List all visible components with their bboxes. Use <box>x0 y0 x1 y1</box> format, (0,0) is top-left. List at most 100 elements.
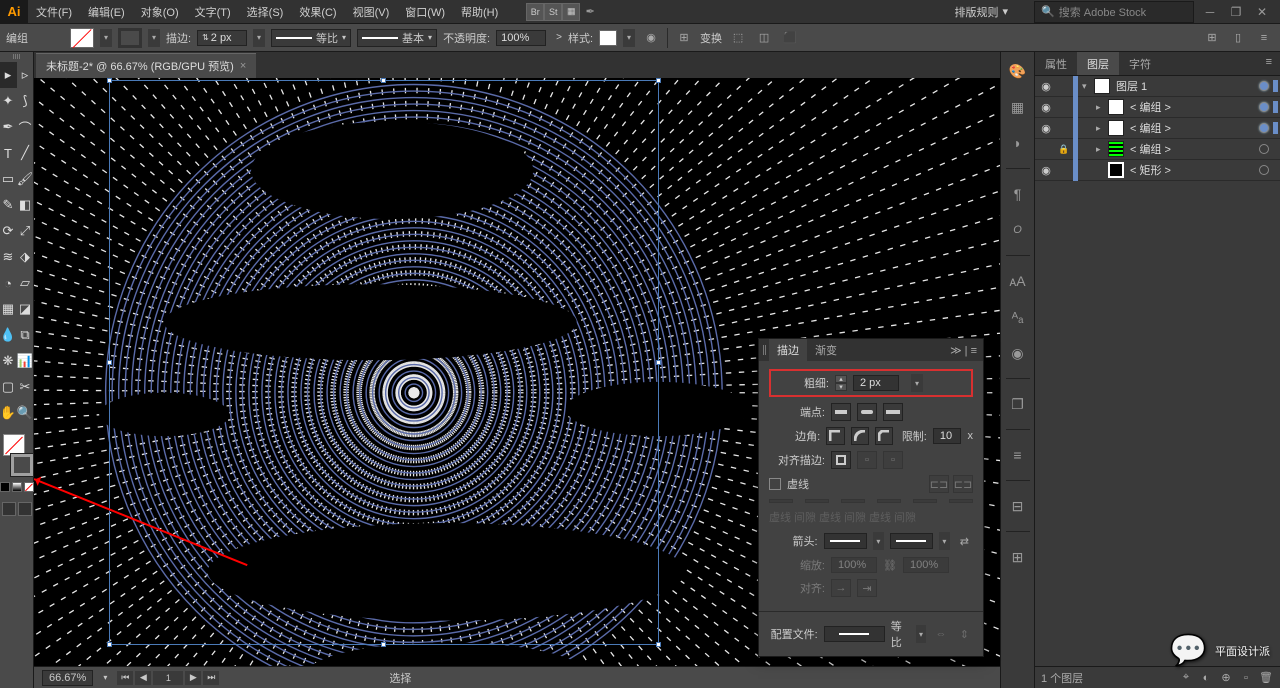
cap-round-icon[interactable] <box>857 403 877 421</box>
join-miter-icon[interactable] <box>826 427 844 445</box>
fill-swatch[interactable] <box>70 28 94 48</box>
recolor-icon[interactable]: ◉ <box>641 28 661 48</box>
close-button[interactable]: ✕ <box>1252 5 1272 19</box>
graph-tool[interactable]: 📊 <box>17 348 34 374</box>
nav-first-icon[interactable]: ⏮ <box>117 671 133 685</box>
artboard-tool[interactable]: ▢ <box>0 374 17 400</box>
layer-row[interactable]: ◉▸< 编组 > <box>1035 97 1280 118</box>
nav-last-icon[interactable]: ⏭ <box>203 671 219 685</box>
menu-window[interactable]: 窗口(W) <box>397 4 453 20</box>
ctl-icon-1[interactable]: ⊞ <box>1202 28 1222 48</box>
weight-stepper[interactable]: ▴▾ <box>835 375 847 391</box>
tab-layers[interactable]: 图层 <box>1077 52 1119 75</box>
align-icon[interactable]: ⊞ <box>674 28 694 48</box>
clone-icon[interactable]: ❐ <box>1007 393 1029 415</box>
layer-row[interactable]: 🔒▸< 编组 > <box>1035 139 1280 160</box>
layer-name[interactable]: < 编组 > <box>1130 120 1257 136</box>
toolbox-grip[interactable] <box>5 54 29 59</box>
scale-tool[interactable]: ⤢ <box>17 218 34 244</box>
visibility-icon[interactable]: ◉ <box>1037 164 1055 177</box>
visibility-icon[interactable]: ◉ <box>1037 122 1055 135</box>
style-swatch[interactable] <box>599 30 617 46</box>
target-icon[interactable] <box>1259 144 1269 154</box>
dash-checkbox[interactable] <box>769 478 781 490</box>
feather-icon[interactable]: ✒ <box>580 2 600 22</box>
arrow-start-dd[interactable]: ▾ <box>873 532 883 550</box>
brush-tool[interactable]: 🖌 <box>17 166 34 192</box>
visibility-icon[interactable]: ◉ <box>1037 101 1055 114</box>
menu-select[interactable]: 选择(S) <box>239 4 292 20</box>
panel-menu-icon[interactable]: ≡ <box>1258 52 1280 75</box>
layer-row[interactable]: ◉▾图层 1 <box>1035 76 1280 97</box>
twisty-icon[interactable]: ▸ <box>1096 102 1106 113</box>
line-tool[interactable]: ╱ <box>17 140 34 166</box>
artboard-number[interactable]: 1 <box>153 671 183 685</box>
document-tab[interactable]: 未标题-2* @ 66.67% (RGB/GPU 预览) × <box>36 53 256 78</box>
fill-color[interactable] <box>3 434 25 456</box>
zoom-dropdown-icon[interactable]: ▾ <box>103 673 107 682</box>
glyphs-icon[interactable]: ᴬₐ <box>1007 306 1029 328</box>
color-none-icon[interactable] <box>24 482 34 492</box>
mask-icon[interactable]: ◫ <box>754 28 774 48</box>
lock-icon[interactable]: 🔒 <box>1057 144 1071 155</box>
weight-input[interactable]: 2 px <box>853 375 899 391</box>
brush-def-dropdown[interactable]: 基本▾ <box>357 29 437 47</box>
pen-tool[interactable]: ✒ <box>0 114 17 140</box>
direct-select-tool[interactable]: ▹ <box>17 62 34 88</box>
type-tool[interactable]: T <box>0 140 17 166</box>
minimize-button[interactable]: ─ <box>1200 5 1220 19</box>
target-icon[interactable] <box>1259 81 1269 91</box>
style-dropdown[interactable]: ▾ <box>623 29 635 47</box>
stroke-panel[interactable]: 描边 渐变 ≫ | ≡ 粗细: ▴▾ 2 px ▾ 端点: 边角: 限制: 10… <box>758 338 984 657</box>
panel-collapse-icon[interactable]: ≫ | ≡ <box>944 344 983 357</box>
layer-name[interactable]: < 矩形 > <box>1130 162 1257 178</box>
text-wrap-icon[interactable]: ≡ <box>1007 444 1029 466</box>
align2-icon[interactable]: ⊟ <box>1007 495 1029 517</box>
weight-dropdown[interactable]: ▾ <box>911 374 923 392</box>
typeset-dropdown[interactable]: 排版规则▾ <box>954 4 1008 20</box>
zoom-input[interactable]: 66.67% <box>42 670 93 686</box>
target-icon[interactable] <box>1259 102 1269 112</box>
cap-projecting-icon[interactable] <box>883 403 903 421</box>
menu-edit[interactable]: 编辑(E) <box>80 4 133 20</box>
eyedropper-tool[interactable]: 💧 <box>0 322 17 348</box>
arrow-end-dropdown[interactable] <box>890 533 934 549</box>
character-icon[interactable]: ᴀA <box>1007 270 1029 292</box>
search-input[interactable]: 🔍搜索 Adobe Stock <box>1034 1 1194 23</box>
ctl-menu-icon[interactable]: ≡ <box>1254 28 1274 48</box>
swap-arrows-icon[interactable]: ⇄ <box>956 531 973 551</box>
ctl-icon-2[interactable]: ▯ <box>1228 28 1248 48</box>
stroke-color[interactable] <box>11 454 33 476</box>
opentype-icon[interactable]: O <box>1007 219 1029 241</box>
new-layer-icon[interactable]: ▫ <box>1238 671 1254 685</box>
gradient-tool[interactable]: ◪ <box>17 296 34 322</box>
mask-layer-icon[interactable]: ◐ <box>1198 671 1214 685</box>
tab-properties[interactable]: 属性 <box>1035 52 1077 75</box>
curvature-tool[interactable]: ⌒ <box>17 114 34 140</box>
layer-name[interactable]: 图层 1 <box>1116 78 1257 94</box>
profile-dd[interactable]: ▾ <box>916 625 926 643</box>
menu-file[interactable]: 文件(F) <box>28 4 80 20</box>
target-icon[interactable] <box>1259 165 1269 175</box>
slice-tool[interactable]: ✂ <box>17 374 34 400</box>
free-transform-tool[interactable]: ⬗ <box>17 244 34 270</box>
nav-next-icon[interactable]: ▶ <box>185 671 201 685</box>
tab-character[interactable]: 字符 <box>1119 52 1161 75</box>
stroke-swatch[interactable] <box>118 28 142 48</box>
twisty-icon[interactable]: ▸ <box>1096 123 1106 134</box>
draw-normal[interactable] <box>2 502 16 516</box>
draw-behind[interactable] <box>18 502 32 516</box>
tab-close-icon[interactable]: × <box>240 60 246 72</box>
menu-help[interactable]: 帮助(H) <box>453 4 506 20</box>
opacity-input[interactable]: 100% <box>496 30 546 46</box>
selection-tool[interactable]: ▸ <box>0 62 17 88</box>
bridge-icon[interactable]: Br <box>526 3 544 21</box>
locate-icon[interactable]: ⌖ <box>1178 671 1194 685</box>
rectangle-tool[interactable]: ▭ <box>0 166 17 192</box>
lasso-tool[interactable]: ⟆ <box>17 88 34 114</box>
color-gradient-icon[interactable] <box>12 482 22 492</box>
blend-tool[interactable]: ⧉ <box>17 322 34 348</box>
join-round-icon[interactable] <box>851 427 869 445</box>
visibility-icon[interactable]: ◉ <box>1037 80 1055 93</box>
zoom-tool[interactable]: 🔍 <box>17 400 34 426</box>
